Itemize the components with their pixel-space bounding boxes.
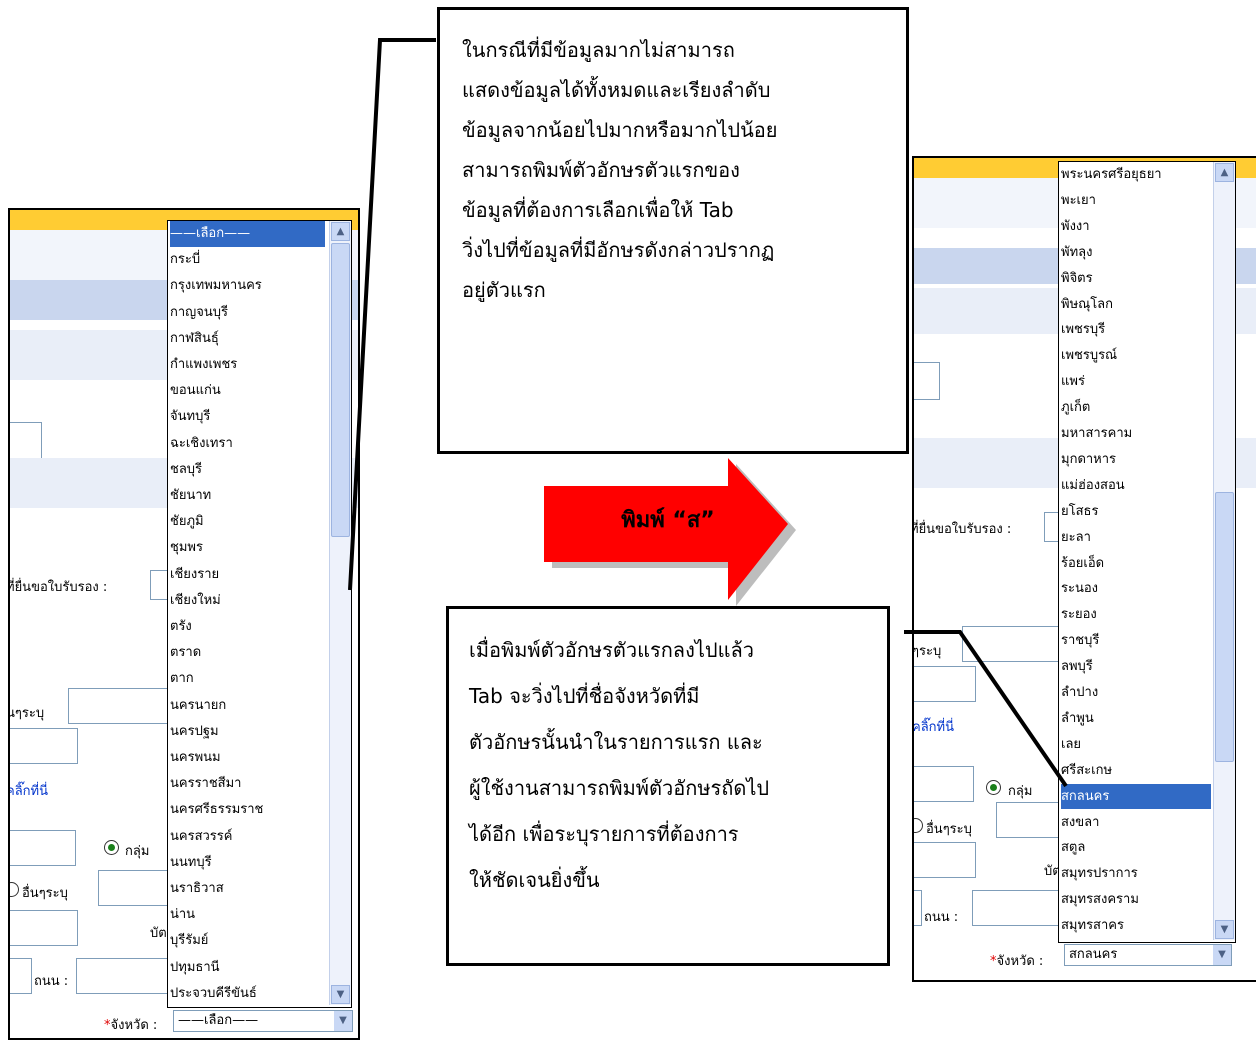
arrow-label: พิมพ์ “ส” <box>621 508 715 533</box>
callout-top: ในกรณีที่มีข้อมูลมากไม่สามารถ แสดงข้อมูล… <box>437 7 909 454</box>
callout-top-text: ในกรณีที่มีข้อมูลมากไม่สามารถ แสดงข้อมูล… <box>462 38 778 302</box>
callout-bottom-text: เมื่อพิมพ์ตัวอักษรตัวแรกลงไปแล้ว Tab จะว… <box>469 638 770 892</box>
top-connector-line <box>348 38 436 591</box>
bottom-connector-line <box>904 630 1068 788</box>
callout-bottom: เมื่อพิมพ์ตัวอักษรตัวแรกลงไปแล้ว Tab จะว… <box>446 606 890 966</box>
